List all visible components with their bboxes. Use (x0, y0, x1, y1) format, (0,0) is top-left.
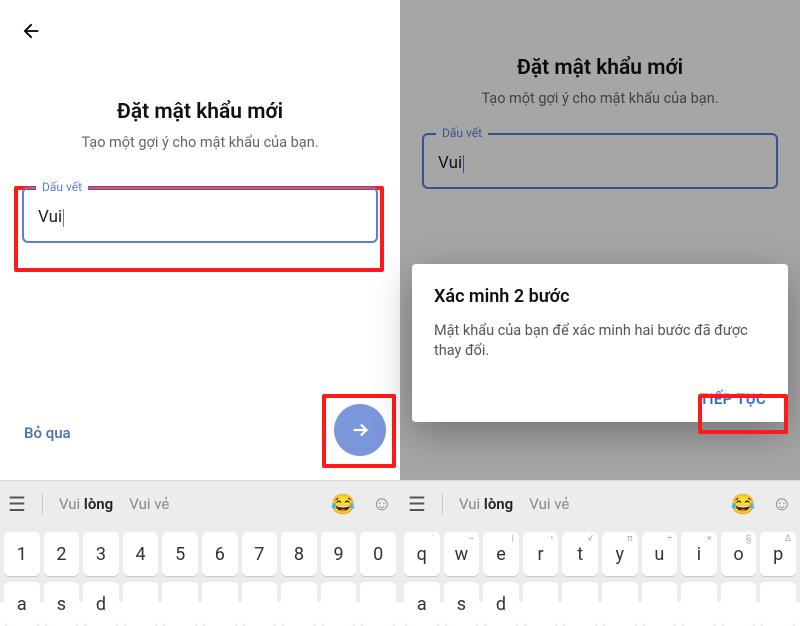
key-o[interactable]: §o (721, 532, 757, 576)
suggestion-2[interactable]: Vui vẻ (129, 495, 169, 513)
key-u[interactable]: ÷u (642, 532, 678, 576)
smile-icon[interactable]: ☺ (772, 491, 792, 516)
key-s[interactable]: s (44, 582, 80, 626)
panel-left: Đặt mật khẩu mới Tạo một gợi ý cho mật k… (0, 0, 400, 600)
keyboard-toolbar: ☰ Vui lòng Vui vẻ 😂 ☺ (0, 480, 400, 526)
separator (42, 493, 43, 515)
key-d[interactable]: d (483, 582, 519, 626)
keyboard-drawer-icon[interactable]: ☰ (408, 492, 426, 516)
continue-button[interactable]: TIẾP TỤC (434, 390, 766, 408)
suggestion-1[interactable]: Vui lòng (59, 495, 113, 513)
back-icon[interactable] (20, 20, 42, 48)
page-subtitle: Tạo một gợi ý cho mật khẩu của bạn. (0, 134, 400, 151)
arrow-right-icon (349, 419, 371, 441)
hint-input-value: Vui (38, 207, 62, 227)
key-3[interactable]: 3 (83, 532, 119, 576)
next-button[interactable] (334, 404, 386, 456)
key-a[interactable]: a (404, 582, 440, 626)
key-2[interactable]: 2 (44, 532, 80, 576)
key-a[interactable]: a (4, 582, 40, 626)
key-p[interactable]: ∆p (760, 532, 796, 576)
dialog-title: Xác minh 2 bước (434, 286, 766, 307)
key-7[interactable]: 7 (242, 532, 278, 576)
keyboard-toolbar-right: ☰ Vui lòng Vui vẻ 😂 ☺ (400, 480, 800, 526)
key-e[interactable]: |e (483, 532, 519, 576)
separator (442, 493, 443, 515)
hint-input-label: Dấu vết (36, 180, 88, 194)
skip-link[interactable]: Bỏ qua (24, 424, 71, 442)
key-w[interactable]: ~w (444, 532, 480, 576)
key-s[interactable]: s (444, 582, 480, 626)
key-t[interactable]: √t (562, 532, 598, 576)
key-4[interactable]: 4 (123, 532, 159, 576)
panel-right: Đặt mật khẩu mới Tạo một gợi ý cho mật k… (400, 0, 800, 600)
confirm-dialog: Xác minh 2 bước Mật khẩu của bạn để xác … (412, 264, 788, 422)
header: Đặt mật khẩu mới Tạo một gợi ý cho mật k… (0, 0, 400, 151)
emoji-icon[interactable]: 😂 (731, 492, 756, 516)
keyboard-drawer-icon[interactable]: ☰ (8, 492, 26, 516)
text-cursor (63, 209, 64, 227)
keyboard-row-partial: a s d (4, 582, 396, 602)
key-r[interactable]: •r (523, 532, 559, 576)
keyboard-row-partial: a s d (404, 582, 796, 602)
key-i[interactable]: ×i (681, 532, 717, 576)
keyboard-left: 1 2 3 4 5 6 7 8 9 0 a s d (0, 526, 400, 602)
key-0[interactable]: 0 (360, 532, 396, 576)
key-y[interactable]: πy (602, 532, 638, 576)
page-title: Đặt mật khẩu mới (0, 100, 400, 124)
dialog-body: Mật khẩu của bạn để xác minh hai bước đã… (434, 321, 766, 362)
hint-input-wrap: Dấu vết Vui (22, 187, 378, 243)
hint-input[interactable]: Dấu vết Vui (22, 187, 378, 243)
emoji-icon[interactable]: 😂 (331, 492, 356, 516)
smile-icon[interactable]: ☺ (372, 491, 392, 516)
suggestion-2[interactable]: Vui vẻ (529, 495, 569, 513)
key-5[interactable]: 5 (162, 532, 198, 576)
keyboard-right: `q ~w |e •r √t πy ÷u ×i §o ∆p a s d (400, 526, 800, 602)
key-d[interactable]: d (83, 582, 119, 626)
keyboard-row-numbers: 1 2 3 4 5 6 7 8 9 0 (4, 532, 396, 582)
key-8[interactable]: 8 (281, 532, 317, 576)
suggestion-1[interactable]: Vui lòng (459, 495, 513, 513)
key-1[interactable]: 1 (4, 532, 40, 576)
key-q[interactable]: `q (404, 532, 440, 576)
key-6[interactable]: 6 (202, 532, 238, 576)
keyboard-row-letters: `q ~w |e •r √t πy ÷u ×i §o ∆p (404, 532, 796, 582)
key-9[interactable]: 9 (321, 532, 357, 576)
